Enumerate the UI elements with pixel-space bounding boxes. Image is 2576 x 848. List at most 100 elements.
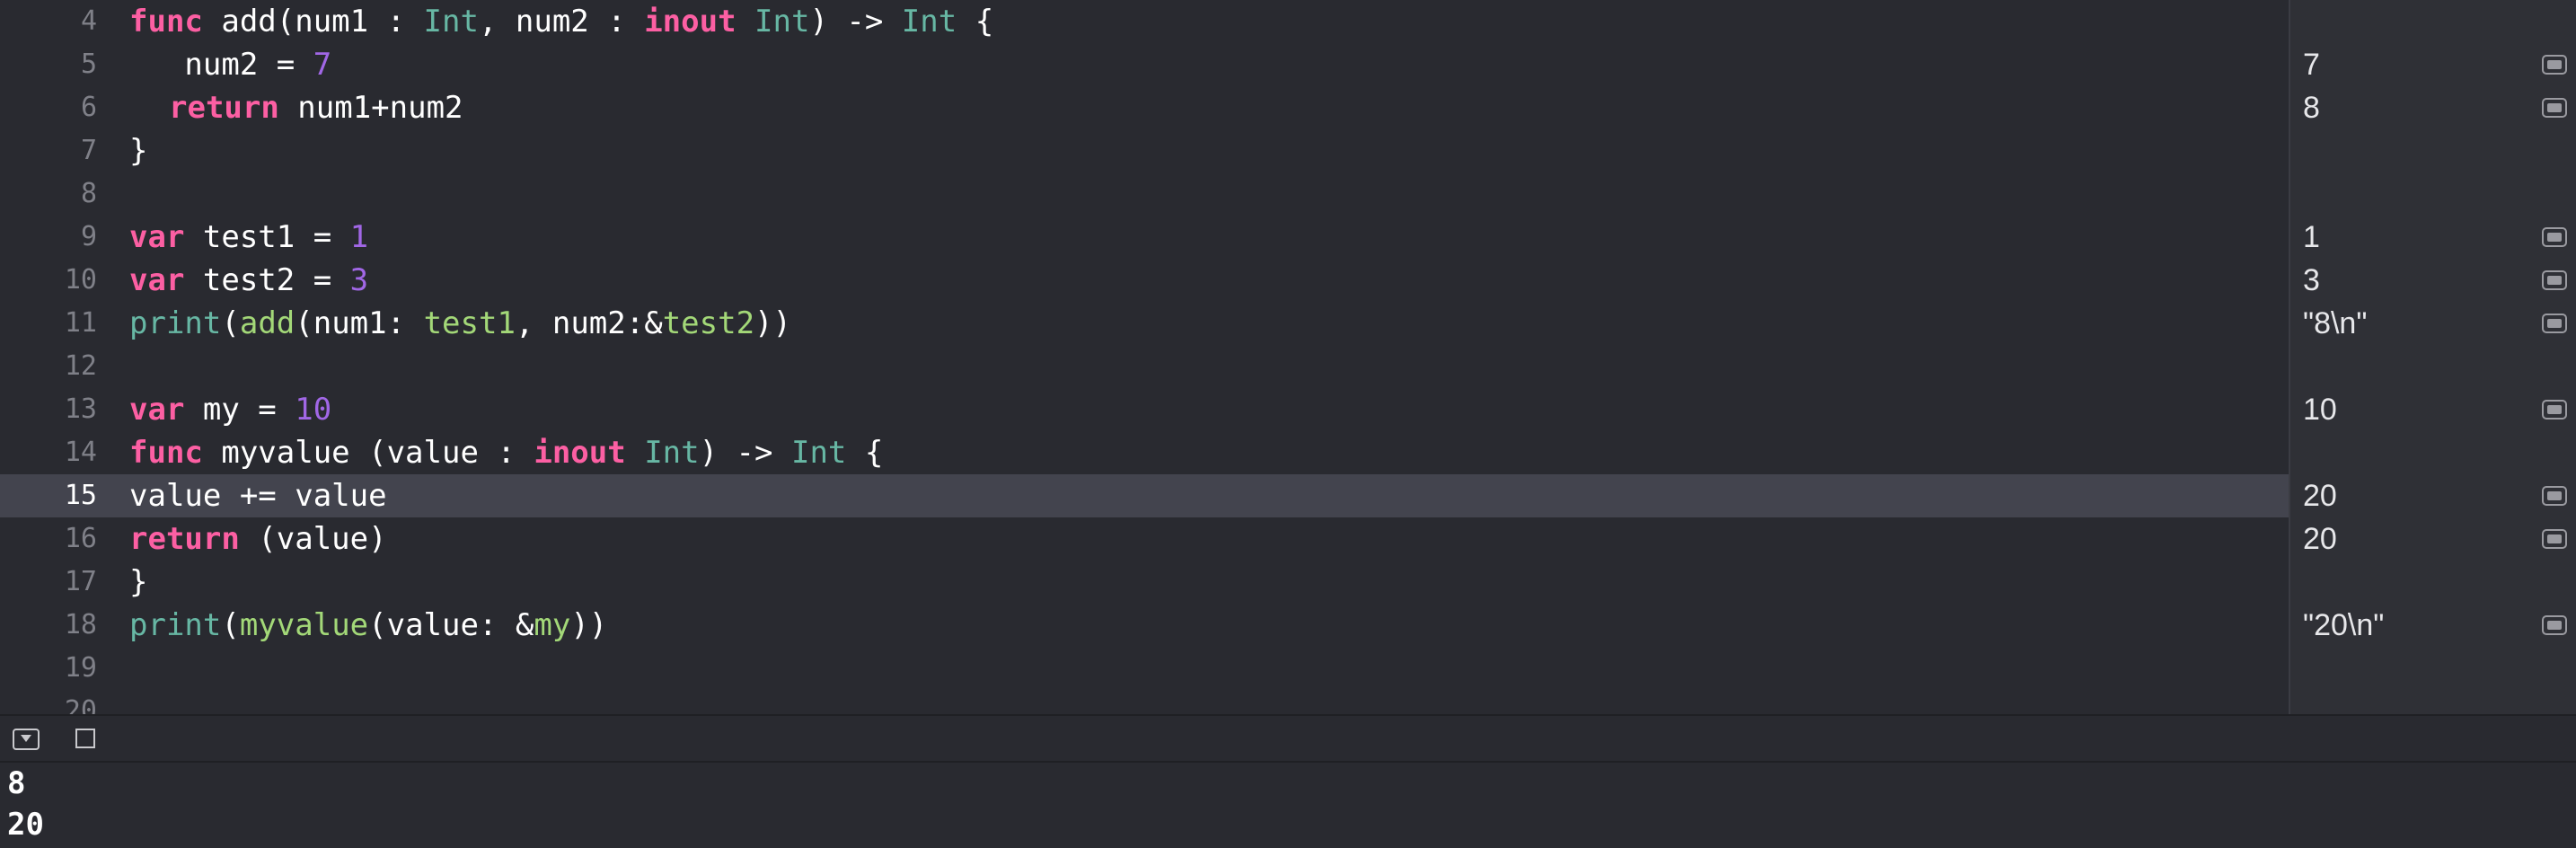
code-token: add(num1 : (202, 4, 424, 40)
code-line[interactable]: 20 (0, 690, 2289, 714)
line-number: 9 (80, 221, 97, 252)
line-number: 12 (64, 350, 97, 382)
code-line[interactable]: 16 return (value) (0, 517, 2289, 561)
type-name: Int (625, 435, 700, 471)
quick-look-icon[interactable] (2542, 227, 2567, 247)
quick-look-icon[interactable] (2542, 98, 2567, 118)
line-number: 13 (64, 393, 97, 425)
keyword: var (129, 219, 185, 255)
result-value: 20 (2303, 479, 2337, 513)
variable-name: my (534, 607, 571, 643)
function-name: print (129, 305, 222, 341)
code-text: func add(num1 : Int, num2 : inout Int) -… (129, 0, 993, 43)
code-line[interactable]: 5 num2 = 7 (0, 43, 2289, 86)
line-number: 14 (64, 437, 97, 468)
code-line[interactable]: 12 (0, 345, 2289, 388)
code-line[interactable]: 7 } (0, 129, 2289, 172)
result-value: 3 (2303, 263, 2320, 297)
line-number: 7 (80, 135, 97, 166)
result-row: 3 (2290, 259, 2576, 302)
code-line[interactable]: 18 print(myvalue(value: &my)) (0, 604, 2289, 647)
function-name: print (129, 607, 222, 643)
result-row: 8 (2290, 86, 2576, 129)
result-value: "8\n" (2303, 306, 2368, 340)
code-token: { (846, 435, 884, 471)
code-editor[interactable]: 4 func add(num1 : Int, num2 : inout Int)… (0, 0, 2576, 714)
keyword: return (129, 521, 240, 557)
code-text: func myvalue (value : inout Int) -> Int … (129, 431, 883, 474)
line-number: 20 (64, 695, 97, 714)
code-token: (value) (239, 521, 387, 557)
result-row: "20\n" (2290, 604, 2576, 647)
line-number: 15 (64, 480, 97, 511)
quick-look-icon[interactable] (2542, 486, 2567, 506)
code-line[interactable]: 10 var test2 = 3 (0, 259, 2289, 302)
code-token: num1+num2 (278, 90, 463, 126)
function-name: myvalue (239, 607, 369, 643)
line-number: 6 (80, 92, 97, 123)
code-text: print(myvalue(value: &my)) (129, 604, 607, 647)
code-token: ( (221, 305, 240, 341)
code-token: ) -> (809, 4, 902, 40)
line-number: 19 (64, 652, 97, 684)
code-line[interactable]: 17 } (0, 561, 2289, 604)
number-literal: 7 (313, 47, 332, 83)
result-value: 20 (2303, 522, 2337, 556)
code-line[interactable]: 19 (0, 647, 2289, 690)
result-value: 10 (2303, 393, 2337, 427)
code-line[interactable]: 8 (0, 172, 2289, 216)
line-number: 11 (64, 307, 97, 339)
result-row: 20 (2290, 517, 2576, 561)
console-line: 20 (7, 807, 44, 843)
quick-look-icon[interactable] (2542, 615, 2567, 635)
quick-look-icon[interactable] (2542, 400, 2567, 420)
code-line[interactable]: 11 print(add(num1: test1, num2:&test2)) (0, 302, 2289, 345)
keyword: inout (534, 435, 626, 471)
line-number: 18 (64, 609, 97, 640)
console-output[interactable]: 8 20 (0, 763, 2576, 848)
line-number: 5 (80, 49, 97, 80)
code-line[interactable]: 13 var my = 10 (0, 388, 2289, 431)
code-token: ) -> (699, 435, 791, 471)
code-token: { (957, 4, 994, 40)
quick-look-icon[interactable] (2542, 529, 2567, 549)
result-row: 10 (2290, 388, 2576, 431)
code-line[interactable]: 9 var test1 = 1 (0, 216, 2289, 259)
type-name: Int (423, 4, 479, 40)
result-value: "20\n" (2303, 608, 2385, 642)
code-text: var test2 = 3 (129, 259, 368, 302)
debug-bar (0, 714, 2576, 763)
quick-look-icon[interactable] (2542, 314, 2567, 333)
keyword: func (129, 435, 203, 471)
type-name: Int (736, 4, 810, 40)
hide-debug-area-icon[interactable] (13, 729, 40, 750)
quick-look-icon[interactable] (2542, 55, 2567, 75)
code-text: return (value) (129, 517, 387, 561)
code-line[interactable]: 6 return num1+num2 (0, 86, 2289, 129)
function-name: add (239, 305, 296, 341)
results-sidebar: 7 8 1 3 "8\n" 10 20 20 "20\n" (2289, 0, 2576, 714)
variable-name: test2 (662, 305, 755, 341)
quick-look-icon[interactable] (2542, 270, 2567, 290)
stop-icon[interactable] (75, 729, 95, 748)
number-literal: 1 (349, 219, 369, 255)
line-number: 8 (80, 178, 97, 209)
number-literal: 3 (349, 262, 369, 298)
code-text: } (129, 133, 148, 169)
result-row: 1 (2290, 216, 2576, 259)
keyword: var (129, 392, 185, 428)
source-code-area[interactable]: 4 func add(num1 : Int, num2 : inout Int)… (0, 0, 2289, 714)
code-line[interactable]: 4 func add(num1 : Int, num2 : inout Int)… (0, 0, 2289, 43)
keyword: var (129, 262, 185, 298)
code-token: ( (221, 607, 240, 643)
code-line-current[interactable]: 15 value += value (0, 474, 2289, 517)
code-line[interactable]: 14 func myvalue (value : inout Int) -> I… (0, 431, 2289, 474)
code-text: } (129, 564, 148, 600)
code-text: num2 = 7 (129, 43, 331, 86)
code-token: (num1: (295, 305, 424, 341)
code-token: )) (570, 607, 608, 643)
line-number: 17 (64, 566, 97, 597)
result-value: 1 (2303, 220, 2320, 254)
code-token: , num2 : (478, 4, 645, 40)
keyword: func (129, 4, 203, 40)
